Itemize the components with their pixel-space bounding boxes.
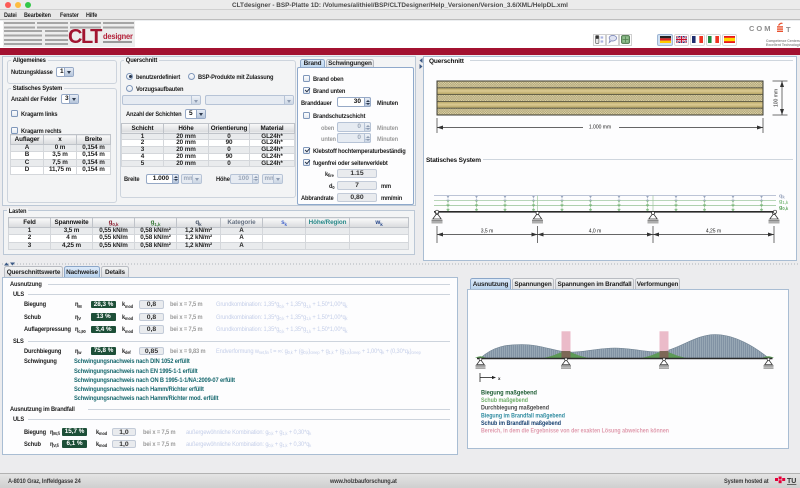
svg-text:Durchbiegung maßgebend: Durchbiegung maßgebend [481,405,549,412]
svg-text:4,25 m: 4,25 m [706,229,721,235]
svg-text:Schub im Brandfall maßgebend: Schub im Brandfall maßgebend [481,420,561,427]
svg-text:T: T [786,25,791,33]
svg-text:Querschnitt: Querschnitt [429,58,465,65]
svg-text:4,0 m: 4,0 m [589,229,602,235]
svg-text:Schub maßgebend: Schub maßgebend [481,397,528,404]
svg-text:1.000 mm: 1.000 mm [589,125,611,131]
svg-text:x: x [498,376,501,381]
svg-text:g0,k: g0,k [779,205,789,211]
svg-text:100 mm: 100 mm [774,89,780,107]
svg-text:TU: TU [787,478,796,485]
svg-text:Biegung maßgebend: Biegung maßgebend [481,390,537,397]
svg-text:Bereich, in dem die Ergebnisse: Bereich, in dem die Ergebnisse von der e… [481,428,669,435]
svg-text:Biegung im Brandfall maßgebend: Biegung im Brandfall maßgebend [481,412,565,419]
svg-text:3,5 m: 3,5 m [481,229,494,235]
svg-text:Statisches System: Statisches System [426,157,481,164]
